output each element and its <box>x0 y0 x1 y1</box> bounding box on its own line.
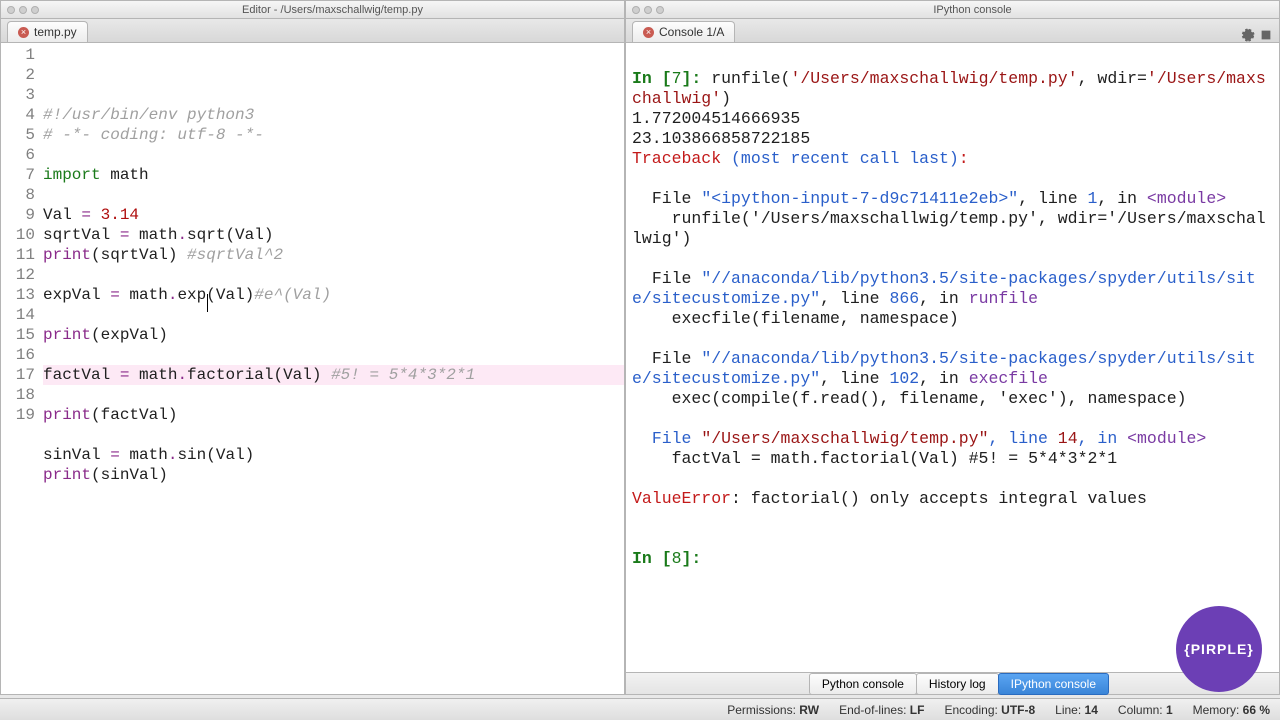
console-line <box>632 249 1273 269</box>
window-close-icon[interactable] <box>7 6 15 14</box>
code-line[interactable] <box>43 185 624 205</box>
console-line: ValueError: factorial() only accepts int… <box>632 489 1273 509</box>
editor-titlebar: Editor - /Users/maxschallwig/temp.py <box>1 1 624 19</box>
console-tab[interactable]: × Console 1/A <box>632 21 735 42</box>
code-line[interactable] <box>43 425 624 445</box>
line-number: 7 <box>1 165 35 185</box>
status-permissions: Permissions: RW <box>727 703 819 717</box>
status-column: Column: 1 <box>1118 703 1173 717</box>
line-number: 3 <box>1 85 35 105</box>
line-number: 11 <box>1 245 35 265</box>
status-memory: Memory: 66 % <box>1193 703 1270 717</box>
console-line <box>632 469 1273 489</box>
window-max-icon[interactable] <box>31 6 39 14</box>
console-line: In [8]: <box>632 549 1273 569</box>
line-number: 8 <box>1 185 35 205</box>
line-number: 14 <box>1 305 35 325</box>
console-pane: IPython console × Console 1/A 0.14112000… <box>625 0 1280 695</box>
editor-tab-label: temp.py <box>34 25 77 39</box>
console-line: File "//anaconda/lib/python3.5/site-pack… <box>632 269 1273 309</box>
code-line[interactable] <box>43 345 624 365</box>
console-line: File "//anaconda/lib/python3.5/site-pack… <box>632 349 1273 389</box>
close-icon[interactable]: × <box>643 27 654 38</box>
console-line: execfile(filename, namespace) <box>632 309 1273 329</box>
code-line[interactable] <box>43 385 624 405</box>
console-line: In [7]: runfile('/Users/maxschallwig/tem… <box>632 69 1273 109</box>
editor-tabbar: × temp.py <box>1 19 624 43</box>
line-number: 10 <box>1 225 35 245</box>
code-line[interactable]: expVal = math.exp(Val)#e^(Val) <box>43 285 624 305</box>
console-tab-label: Console 1/A <box>659 25 724 39</box>
bottom-tab[interactable]: Python console <box>809 673 917 695</box>
line-number: 13 <box>1 285 35 305</box>
console-line <box>632 529 1273 549</box>
console-line <box>632 409 1273 429</box>
line-number: 6 <box>1 145 35 165</box>
line-number: 19 <box>1 405 35 425</box>
code-line[interactable]: print(sinVal) <box>43 465 624 485</box>
line-number: 17 <box>1 365 35 385</box>
line-gutter: 12345678910111213141516171819 <box>1 43 43 694</box>
line-number: 5 <box>1 125 35 145</box>
console-line: factVal = math.factorial(Val) #5! = 5*4*… <box>632 449 1273 469</box>
code-line[interactable]: import math <box>43 165 624 185</box>
status-line: Line: 14 <box>1055 703 1098 717</box>
console-line <box>632 49 1273 69</box>
console-titlebar: IPython console <box>626 1 1279 19</box>
editor-body[interactable]: 12345678910111213141516171819 #!/usr/bin… <box>1 43 624 694</box>
status-eol: End-of-lines: LF <box>839 703 924 717</box>
bottom-tab[interactable]: IPython console <box>998 673 1109 695</box>
line-number: 18 <box>1 385 35 405</box>
code-line[interactable]: print(expVal) <box>43 325 624 345</box>
code-line[interactable]: print(factVal) <box>43 405 624 425</box>
window-max-icon[interactable] <box>656 6 664 14</box>
code-line[interactable]: factVal = math.factorial(Val) #5! = 5*4*… <box>43 365 624 385</box>
console-line <box>632 509 1273 529</box>
window-min-icon[interactable] <box>644 6 652 14</box>
line-number: 4 <box>1 105 35 125</box>
console-line <box>632 329 1273 349</box>
code-line[interactable]: sqrtVal = math.sqrt(Val) <box>43 225 624 245</box>
line-number: 16 <box>1 345 35 365</box>
console-line: File "/Users/maxschallwig/temp.py", line… <box>632 429 1273 449</box>
code-line[interactable] <box>43 305 624 325</box>
close-icon[interactable]: × <box>18 27 29 38</box>
console-line: exec(compile(f.read(), filename, 'exec')… <box>632 389 1273 409</box>
text-cursor-icon <box>207 294 208 312</box>
bottom-tab[interactable]: History log <box>916 673 999 695</box>
window-close-icon[interactable] <box>632 6 640 14</box>
console-output[interactable]: 0.14112000805986722 In [7]: runfile('/Us… <box>626 43 1279 672</box>
gear-icon[interactable] <box>1241 28 1255 42</box>
editor-window-title: Editor - /Users/maxschallwig/temp.py <box>47 4 618 16</box>
console-line <box>632 169 1273 189</box>
code-line[interactable]: # -*- coding: utf-8 -*- <box>43 125 624 145</box>
console-window-title: IPython console <box>672 4 1273 16</box>
code-line[interactable]: print(sqrtVal) #sqrtVal^2 <box>43 245 624 265</box>
editor-tab[interactable]: × temp.py <box>7 21 88 42</box>
console-line: 1.772004514666935 <box>632 109 1273 129</box>
window-min-icon[interactable] <box>19 6 27 14</box>
console-tabbar: × Console 1/A <box>626 19 1279 43</box>
console-line: Traceback (most recent call last): <box>632 149 1273 169</box>
line-number: 1 <box>1 45 35 65</box>
code-area[interactable]: #!/usr/bin/env python3# -*- coding: utf-… <box>43 43 624 694</box>
pirple-badge: {PIRPLE} <box>1176 606 1262 692</box>
console-bottom-tabs: Python consoleHistory logIPython console <box>626 672 1279 694</box>
line-number: 9 <box>1 205 35 225</box>
console-line: 23.103866858722185 <box>632 129 1273 149</box>
console-line: File "<ipython-input-7-d9c71411e2eb>", l… <box>632 189 1273 209</box>
line-number: 15 <box>1 325 35 345</box>
code-line[interactable] <box>43 265 624 285</box>
editor-pane: Editor - /Users/maxschallwig/temp.py × t… <box>0 0 625 695</box>
status-encoding: Encoding: UTF-8 <box>944 703 1035 717</box>
stop-icon[interactable] <box>1259 28 1273 42</box>
code-line[interactable]: Val = 3.14 <box>43 205 624 225</box>
code-line[interactable]: #!/usr/bin/env python3 <box>43 105 624 125</box>
code-line[interactable]: sinVal = math.sin(Val) <box>43 445 624 465</box>
console-line: runfile('/Users/maxschallwig/temp.py', w… <box>632 209 1273 249</box>
line-number: 12 <box>1 265 35 285</box>
code-line[interactable] <box>43 145 624 165</box>
line-number: 2 <box>1 65 35 85</box>
status-bar: Permissions: RW End-of-lines: LF Encodin… <box>0 698 1280 720</box>
